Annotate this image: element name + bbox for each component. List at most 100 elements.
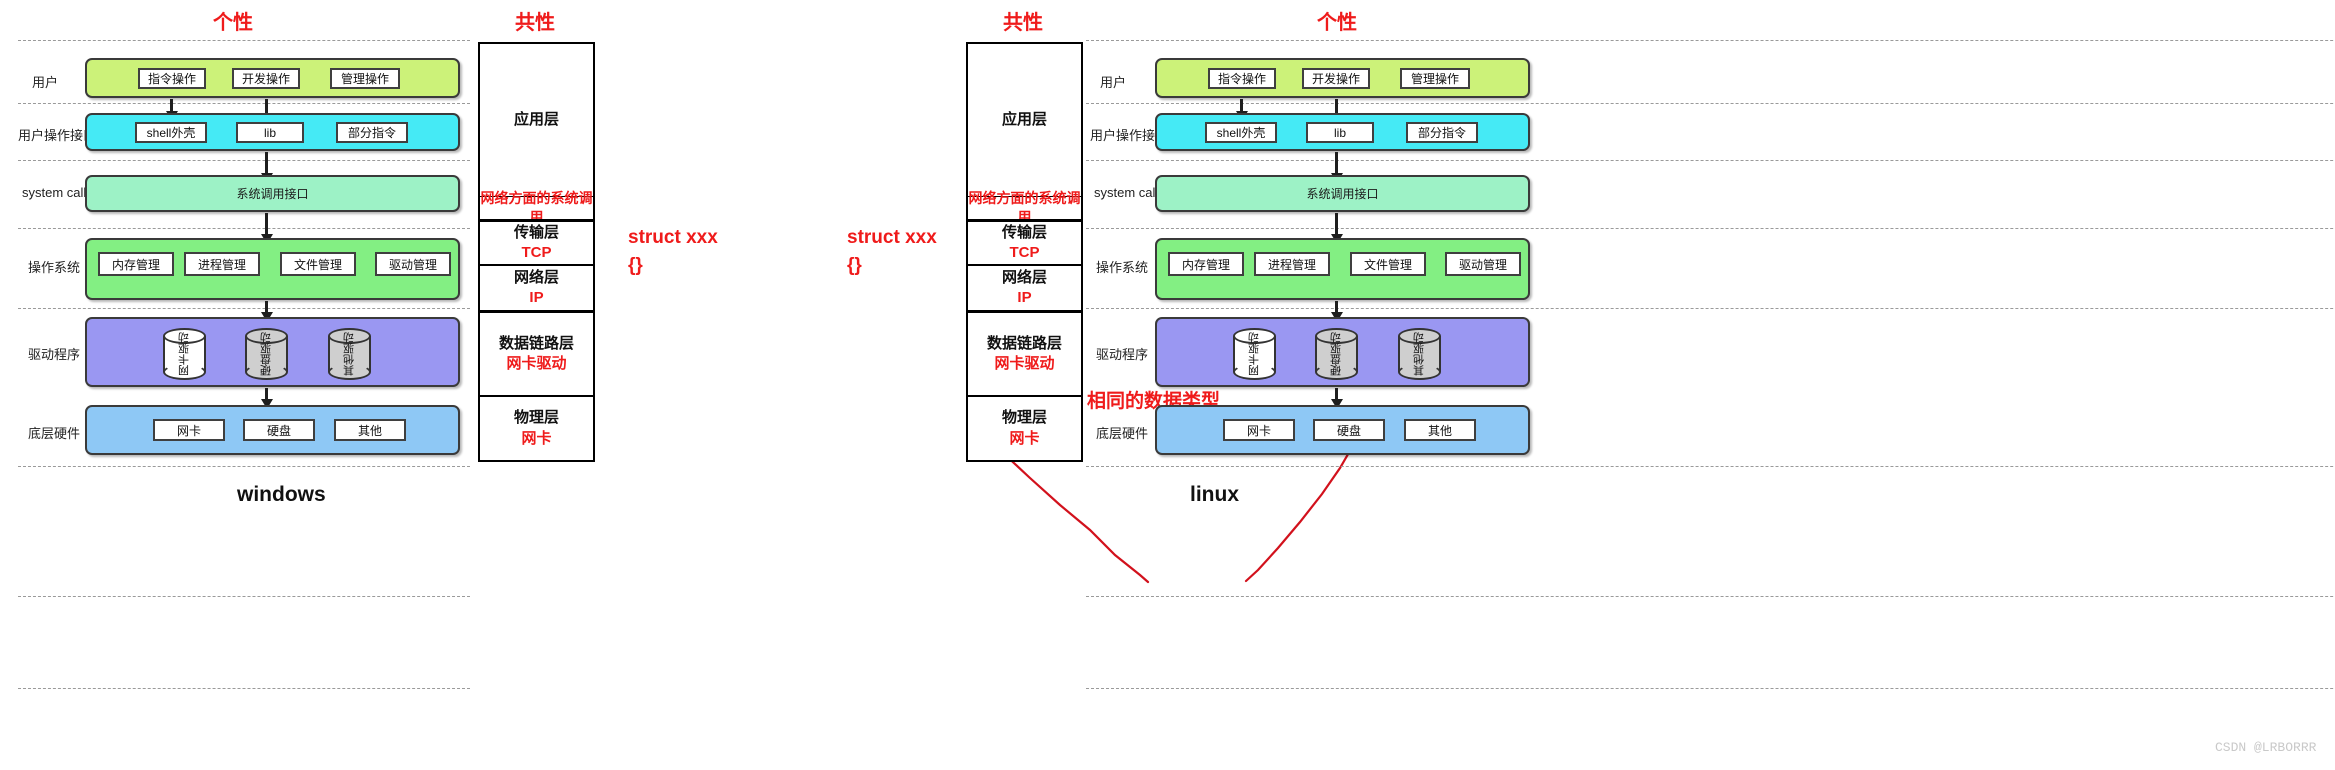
left-osi-physical-proto: 网卡 xyxy=(521,429,552,447)
left-osi-application[interactable]: 应用层 xyxy=(480,44,593,196)
right-osi-network-name: 网络层 xyxy=(1001,268,1047,286)
left-driver-cylinder-2[interactable]: 其他驱动 xyxy=(328,328,371,380)
left-rowlabel-user: 用户 xyxy=(32,75,59,90)
left-osi-network-proto: IP xyxy=(529,289,544,306)
left-osi-transport-name: 传输层 xyxy=(513,223,559,241)
right-osi-physical[interactable]: 物理层 网卡 xyxy=(968,397,1081,460)
right-divider-top xyxy=(1086,40,2335,41)
left-divider-top xyxy=(18,40,470,41)
right-rowlabel-driver: 驱动程序 xyxy=(1096,347,1149,362)
left-rowlabel-hardware: 底层硬件 xyxy=(28,426,81,441)
struct-left-line1: struct xxx xyxy=(628,227,718,248)
right-osi-network-proto: IP xyxy=(1017,289,1032,306)
left-divider-os xyxy=(18,308,470,309)
left-driver-cylinder-0[interactable]: 网卡驱动 xyxy=(163,328,206,380)
left-interface-chip-2[interactable]: 部分指令 xyxy=(336,122,408,143)
right-divider-driver xyxy=(1086,466,2335,467)
left-syscall-label: 系统调用接口 xyxy=(236,187,309,201)
left-arrow-syscall-to-os xyxy=(265,213,268,235)
right-interface-chip-0[interactable]: shell外壳 xyxy=(1205,122,1277,143)
right-user-chip-1[interactable]: 开发操作 xyxy=(1302,68,1370,89)
left-osi-physical[interactable]: 物理层 网卡 xyxy=(480,397,593,460)
right-interface-chip-1[interactable]: lib xyxy=(1306,122,1374,143)
right-driver-cylinder-0[interactable]: 网卡驱动 xyxy=(1233,328,1276,380)
right-hardware-chip-2[interactable]: 其他 xyxy=(1404,419,1476,441)
right-divider-user xyxy=(1086,103,2335,104)
left-rowlabel-driver: 驱动程序 xyxy=(28,347,81,362)
right-os-name: linux xyxy=(1190,483,1240,506)
left-hardware-chip-0[interactable]: 网卡 xyxy=(153,419,225,441)
struct-right-line1: struct xxx xyxy=(847,227,937,248)
left-user-chip-1[interactable]: 开发操作 xyxy=(232,68,300,89)
right-osi-datalink-proto: 网卡驱动 xyxy=(994,355,1055,372)
right-driver-cylinder-2-label: 其他驱动 xyxy=(1413,332,1426,376)
right-arrow-syscall-to-os xyxy=(1335,213,1338,235)
right-hardware-chip-0[interactable]: 网卡 xyxy=(1223,419,1295,441)
left-driver-cylinder-1[interactable]: 硬盘驱动 xyxy=(245,328,288,380)
left-divider-user xyxy=(18,103,470,104)
right-driver-cylinder-1[interactable]: 硬盘驱动 xyxy=(1315,328,1358,380)
left-osi-datalink[interactable]: 数据链路层 网卡驱动 xyxy=(480,313,593,395)
left-os-chip-0[interactable]: 内存管理 xyxy=(98,252,174,276)
right-osi-physical-proto: 网卡 xyxy=(1009,429,1040,447)
left-rowlabel-os: 操作系统 xyxy=(28,260,81,275)
right-osi-application[interactable]: 应用层 xyxy=(968,44,1081,196)
right-osi-datalink-name: 数据链路层 xyxy=(986,334,1062,352)
right-osi-network[interactable]: 网络层 IP xyxy=(968,266,1081,310)
left-osi-transport[interactable]: 传输层 TCP xyxy=(480,222,593,264)
right-rowlabel-hardware: 底层硬件 xyxy=(1096,426,1149,441)
left-driver-cylinder-0-label: 网卡驱动 xyxy=(178,332,191,376)
left-rowlabel-syscall: system call xyxy=(22,185,87,200)
left-os-chip-2[interactable]: 文件管理 xyxy=(280,252,356,276)
right-driver-cylinder-2[interactable]: 其他驱动 xyxy=(1398,328,1441,380)
left-os-chip-1[interactable]: 进程管理 xyxy=(184,252,260,276)
right-osi-transport-proto: TCP xyxy=(1009,244,1040,261)
right-osi-transport-name: 传输层 xyxy=(1001,223,1047,241)
left-interface-chip-1[interactable]: lib xyxy=(236,122,304,143)
struct-left-line2: {} xyxy=(628,255,643,276)
right-osi-network-syscall[interactable]: 网络方面的系统调用 xyxy=(968,190,1081,225)
left-arrow-user-to-interface-a xyxy=(170,99,173,112)
right-personality-heading: 个性 xyxy=(1317,12,1357,34)
left-driver-cylinder-2-label: 其他驱动 xyxy=(343,332,356,376)
left-arrow-os-to-driver xyxy=(265,301,268,313)
right-rowlabel-syscall: system call xyxy=(1094,185,1159,200)
right-os-chip-1[interactable]: 进程管理 xyxy=(1254,252,1330,276)
left-hardware-chip-1[interactable]: 硬盘 xyxy=(243,419,315,441)
right-rowlabel-user: 用户 xyxy=(1100,75,1127,90)
left-os-chip-3[interactable]: 驱动管理 xyxy=(375,252,451,276)
left-divider-interface xyxy=(18,160,470,161)
left-interface-chip-0[interactable]: shell外壳 xyxy=(135,122,207,143)
right-os-chip-2[interactable]: 文件管理 xyxy=(1350,252,1426,276)
left-osi-datalink-name: 数据链路层 xyxy=(498,334,574,352)
left-commonality-heading: 共性 xyxy=(515,12,555,34)
right-divider-bottom xyxy=(1086,688,2335,689)
right-osi-physical-name: 物理层 xyxy=(1001,409,1047,427)
left-driver-cylinder-1-label: 硬盘驱动 xyxy=(260,332,273,376)
right-arrow-interface-to-syscall xyxy=(1335,152,1338,174)
right-osi-datalink[interactable]: 数据链路层 网卡驱动 xyxy=(968,313,1081,395)
right-user-chip-2[interactable]: 管理操作 xyxy=(1400,68,1470,89)
right-hardware-chip-1[interactable]: 硬盘 xyxy=(1313,419,1385,441)
right-os-chip-0[interactable]: 内存管理 xyxy=(1168,252,1244,276)
left-hardware-chip-2[interactable]: 其他 xyxy=(334,419,406,441)
right-osi-application-name: 应用层 xyxy=(1001,110,1047,128)
left-osi-network[interactable]: 网络层 IP xyxy=(480,266,593,310)
left-divider-syscall xyxy=(18,228,470,229)
left-osi-application-name: 应用层 xyxy=(513,110,559,128)
left-osi-transport-proto: TCP xyxy=(521,244,552,261)
right-osi-transport[interactable]: 传输层 TCP xyxy=(968,222,1081,264)
left-divider-bottom xyxy=(18,688,470,689)
left-divider-hardware xyxy=(18,596,470,597)
right-arrow-user-to-interface-a xyxy=(1240,99,1243,112)
left-osi-network-syscall[interactable]: 网络方面的系统调用 xyxy=(480,190,593,225)
right-os-chip-3[interactable]: 驱动管理 xyxy=(1445,252,1521,276)
right-arrow-os-to-driver xyxy=(1335,301,1338,313)
right-rowlabel-os: 操作系统 xyxy=(1096,260,1149,275)
right-user-chip-0[interactable]: 指令操作 xyxy=(1208,68,1276,89)
right-interface-chip-2[interactable]: 部分指令 xyxy=(1406,122,1478,143)
right-divider-syscall xyxy=(1086,228,2335,229)
left-user-chip-0[interactable]: 指令操作 xyxy=(138,68,206,89)
watermark: CSDN @LRBORRR xyxy=(2215,740,2317,755)
left-user-chip-2[interactable]: 管理操作 xyxy=(330,68,400,89)
